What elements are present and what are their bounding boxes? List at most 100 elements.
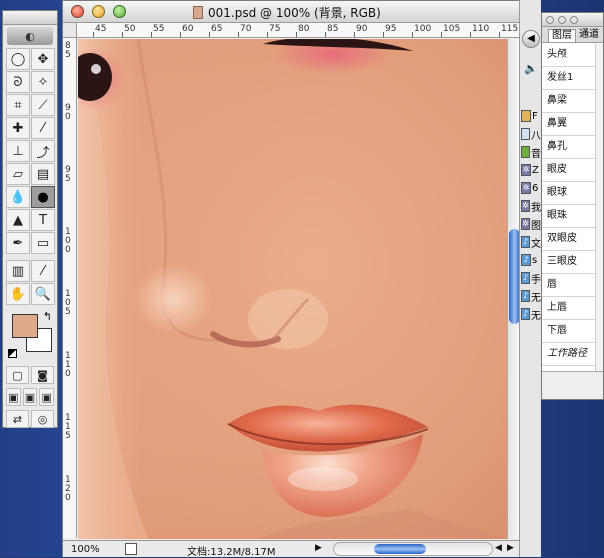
finder-list-item[interactable]: ♪ 手 [521,270,541,286]
type-tool-icon[interactable]: T [31,209,55,231]
marquee-tool-icon[interactable]: ◯ [6,48,30,70]
path-item[interactable]: 眼珠 [542,205,603,228]
zoom-window-button[interactable] [113,5,126,18]
palette-minimize-button[interactable] [558,16,566,24]
full-screen-mode-icon[interactable]: ▣ [39,388,55,406]
path-selection-tool-icon[interactable]: ▲ [6,209,30,231]
horizontal-ruler-label: 115 [501,24,519,34]
slice-tool-icon[interactable]: ⟋ [31,94,55,116]
hand-tool-icon[interactable]: ✋ [6,283,30,305]
ruler-origin[interactable] [63,23,77,38]
vertical-ruler-label: 90 [65,103,71,122]
foreground-color-swatch[interactable] [12,314,38,338]
lasso-tool-icon[interactable]: ᘐ [6,71,30,93]
horizontal-ruler[interactable]: 45 50 55 60 65 70 75 80 85 90 95 100 105 110 115 [77,23,520,38]
zoom-level-field[interactable]: 100% [71,543,121,556]
path-item[interactable]: 上唇 [542,297,603,320]
back-arrow-icon[interactable]: ◀ [522,30,540,48]
finder-list-item[interactable]: ♪ 无 [521,306,541,322]
path-item[interactable]: 工作路径 [542,343,603,366]
path-item[interactable]: 头颅 [542,44,603,67]
file-icon: ♪ [521,236,530,248]
full-screen-menu-mode-icon[interactable]: ▣ [22,388,38,406]
eyedropper-tool-icon[interactable]: ⁄ [31,260,55,282]
path-item[interactable]: 鼻翼 [542,113,603,136]
finder-item-label: Z [532,164,539,176]
healing-brush-tool-icon[interactable]: ✚ [6,117,30,139]
zoom-tool-icon[interactable]: 🔍 [31,283,55,305]
quick-mask-mode-icon[interactable]: ◙ [31,366,54,384]
paths-scrollbar[interactable] [595,44,603,372]
finder-item-label: 图 [531,220,541,232]
close-window-button[interactable] [71,5,84,18]
crop-tool-icon[interactable]: ⌗ [6,94,30,116]
imageready-icon[interactable]: ◎ [31,410,54,428]
desktop-watermark [4,521,60,551]
path-item[interactable]: 下唇 [542,320,603,343]
swap-colors-icon[interactable]: ↰ [43,310,52,323]
path-item[interactable]: 发丝1 [542,67,603,90]
notes-tool-icon[interactable]: ▥ [6,260,30,282]
vertical-ruler[interactable]: 85 90 95 100 105 110 115 120 [63,38,77,538]
path-item[interactable]: 鼻梁 [542,90,603,113]
default-colors-icon[interactable] [8,349,17,358]
jump-to-imageready-icon[interactable]: ⇄ [6,410,29,428]
horizontal-ruler-label: 55 [153,24,165,34]
palette-titlebar[interactable] [542,13,603,27]
magic-wand-tool-icon[interactable]: ✧ [31,71,55,93]
tab-layers[interactable]: 图层 [548,29,576,42]
standard-mode-icon[interactable]: ▢ [6,366,29,384]
blur-tool-icon[interactable]: 💧 [6,186,30,208]
finder-list-item[interactable]: ✲ 我 [521,198,541,214]
path-item[interactable]: 双眼皮 [542,228,603,251]
finder-list-item[interactable]: 八 [521,126,541,142]
finder-list-item[interactable]: ✲ 图 [521,216,541,232]
speaker-icon[interactable]: 🔈 [524,62,538,75]
ruler-tick [238,32,239,37]
toolbox-palette: ◐ ◯ ✥ ᘐ ✧ ⌗ ⟋ ✚ ⁄ ⊥ ⤴ ▱ ▤ 💧 ● ▲ T ✒ ▭ ▥ … [2,10,58,428]
tab-channels[interactable]: 通道 [576,29,602,42]
standard-screen-mode-icon[interactable]: ▣ [6,388,21,406]
path-item[interactable]: 三眼皮 [542,251,603,274]
path-item[interactable]: 唇 [542,274,603,297]
scroll-left-arrow-icon[interactable]: ◀ [495,543,502,553]
file-icon: ✲ [521,164,531,176]
finder-list-item[interactable]: ♪ 文 [521,234,541,250]
move-tool-icon[interactable]: ✥ [31,48,55,70]
paths-list: 头颅 发丝1 鼻梁 鼻翼 鼻孔 眼皮 眼球 眼珠 双眼皮 三眼皮唇上唇 下唇 工作路径 [542,44,603,366]
finder-list-item[interactable]: ♪ s [521,252,541,268]
path-item[interactable]: 鼻孔 [542,136,603,159]
horizontal-ruler-label: 80 [298,24,310,34]
horizontal-ruler-label: 95 [385,24,397,34]
horizontal-scroll-thumb[interactable] [374,544,426,554]
status-menu-arrow-icon[interactable]: ▶ [315,543,322,553]
finder-list-item[interactable]: 音 [521,144,541,160]
tool-grid: ◯ ✥ ᘐ ✧ ⌗ ⟋ ✚ ⁄ ⊥ ⤴ ▱ ▤ 💧 ● ▲ T ✒ ▭ [3,47,57,255]
scroll-right-arrow-icon[interactable]: ▶ [507,543,514,553]
finder-list-item[interactable]: ♪ 无 [521,288,541,304]
history-brush-tool-icon[interactable]: ⤴ [31,140,55,162]
finder-list-item[interactable]: ✲ Z [521,162,541,178]
eraser-tool-icon[interactable]: ▱ [6,163,30,185]
brush-tool-icon[interactable]: ⁄ [31,117,55,139]
path-item[interactable]: 眼皮 [542,159,603,182]
clone-stamp-tool-icon[interactable]: ⊥ [6,140,30,162]
path-item[interactable]: 眼球 [542,182,603,205]
toolbox-titlebar[interactable] [3,11,57,25]
pen-tool-icon[interactable]: ✒ [6,232,30,254]
photoshop-logo-icon[interactable]: ◐ [7,27,53,45]
dodge-tool-icon[interactable]: ● [31,186,55,208]
finder-list-item[interactable]: F [521,108,541,124]
shape-tool-icon[interactable]: ▭ [31,232,55,254]
palette-zoom-button[interactable] [570,16,578,24]
file-icon [521,110,531,122]
finder-list-item[interactable]: ✲ 6 [521,180,541,196]
document-info-icon[interactable] [125,543,137,555]
vertical-ruler-label: 110 [65,351,71,379]
horizontal-scrollbar[interactable] [333,542,493,556]
minimize-window-button[interactable] [92,5,105,18]
document-titlebar[interactable]: 001.psd @ 100% (背景, RGB) [63,1,519,23]
palette-close-button[interactable] [546,16,554,24]
gradient-tool-icon[interactable]: ▤ [31,163,55,185]
image-canvas[interactable] [78,39,507,539]
